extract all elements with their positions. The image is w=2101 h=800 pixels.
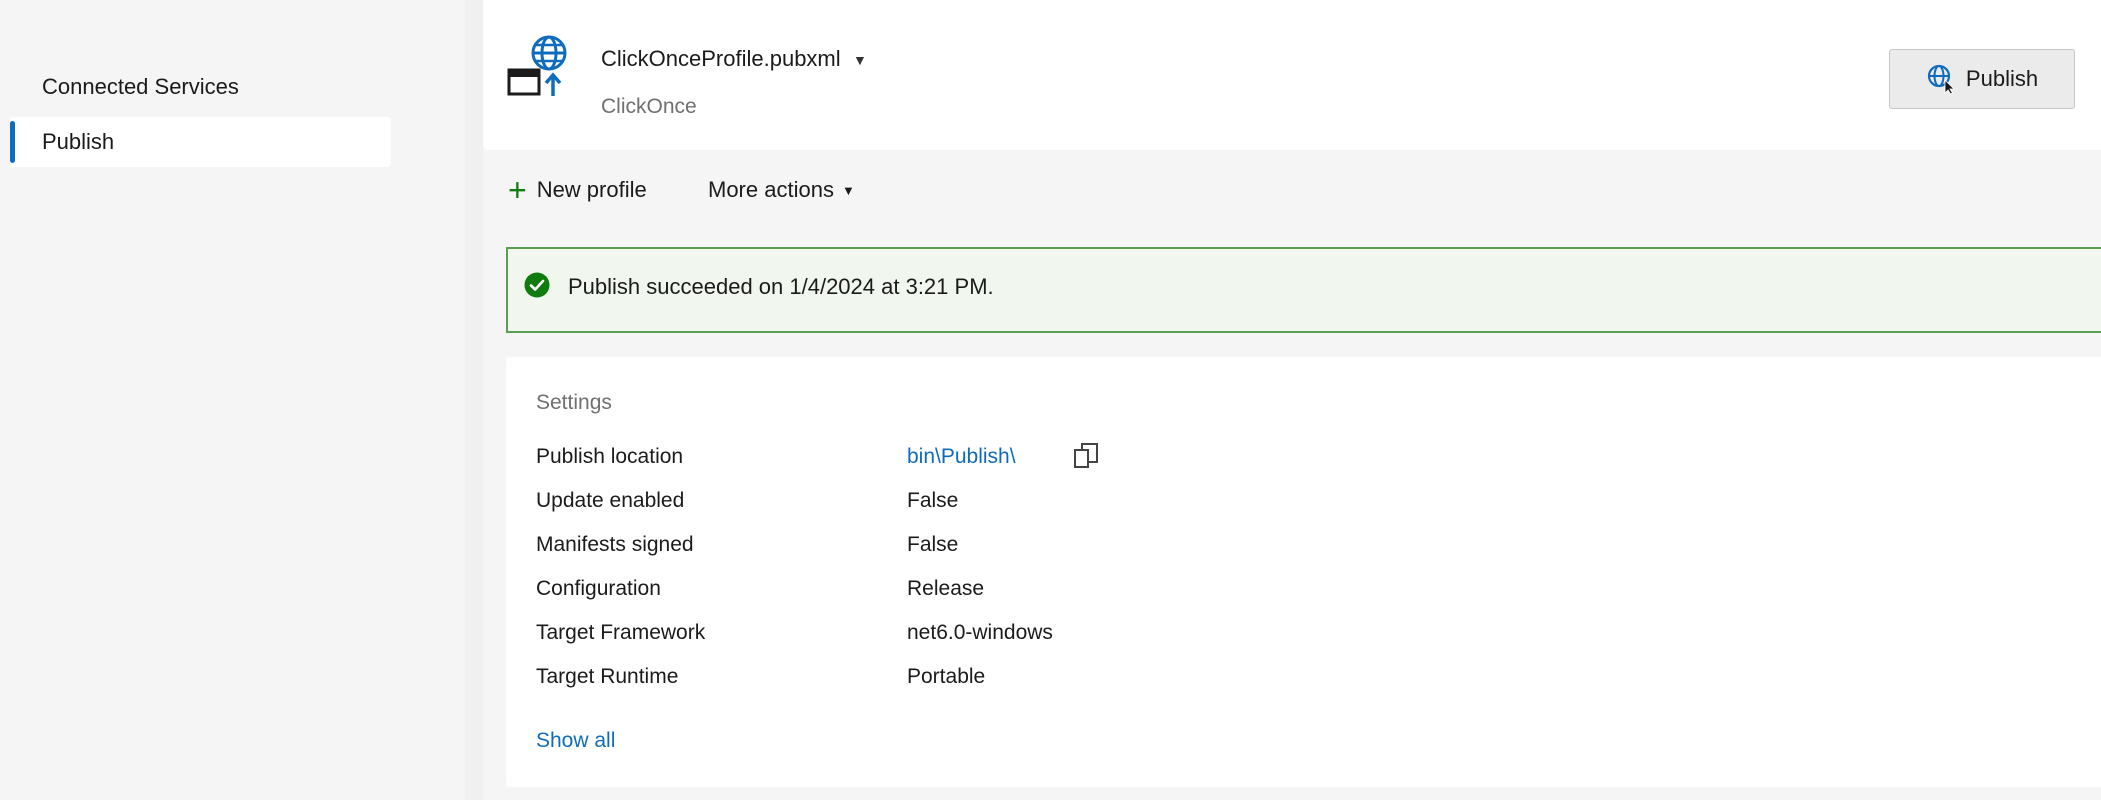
chevron-down-icon[interactable]: ▼ bbox=[853, 52, 867, 68]
publish-button[interactable]: Publish bbox=[1889, 49, 2075, 109]
settings-row-update-enabled: Update enabled False bbox=[536, 489, 1436, 523]
profile-name[interactable]: ClickOnceProfile.pubxml bbox=[601, 46, 841, 72]
publish-location-link[interactable]: bin\Publish\ bbox=[907, 445, 1016, 469]
publish-profile-icon bbox=[507, 35, 567, 96]
settings-row-target-runtime: Target Runtime Portable bbox=[536, 665, 1436, 699]
settings-row-publish-location: Publish location bin\Publish\ bbox=[536, 443, 1436, 479]
setting-label: Target Runtime bbox=[536, 665, 679, 688]
success-banner: Publish succeeded on 1/4/2024 at 3:21 PM… bbox=[506, 247, 2101, 333]
sidebar-item-label: Publish bbox=[42, 129, 115, 154]
profile-type: ClickOnce bbox=[601, 95, 697, 118]
plus-icon: + bbox=[508, 172, 527, 208]
chevron-down-icon: ▼ bbox=[841, 182, 855, 198]
setting-label: Update enabled bbox=[536, 489, 685, 512]
settings-row-target-framework: Target Framework net6.0-windows bbox=[536, 621, 1436, 655]
new-profile-button[interactable]: + New profile bbox=[508, 170, 647, 210]
settings-row-configuration: Configuration Release bbox=[536, 577, 1436, 611]
more-actions-button[interactable]: More actions ▼ bbox=[708, 170, 855, 210]
sidebar-item-connected-services[interactable]: Connected Services bbox=[10, 62, 391, 112]
setting-label: Target Framework bbox=[536, 621, 706, 644]
success-message: Publish succeeded on 1/4/2024 at 3:21 PM… bbox=[568, 274, 994, 299]
setting-label: Manifests signed bbox=[536, 533, 694, 556]
setting-value: net6.0-windows bbox=[907, 621, 1053, 644]
new-profile-label: New profile bbox=[536, 177, 647, 202]
publish-header: ClickOnceProfile.pubxml ▼ ClickOnce Publ… bbox=[483, 0, 2101, 150]
setting-value: False bbox=[907, 533, 959, 556]
copy-icon[interactable] bbox=[1071, 441, 1101, 471]
publish-button-label: Publish bbox=[1965, 66, 2039, 91]
settings-title: Settings bbox=[536, 391, 612, 414]
show-all-link[interactable]: Show all bbox=[536, 729, 615, 753]
sidebar: Connected Services Publish bbox=[0, 10, 465, 800]
setting-value: Release bbox=[907, 577, 985, 600]
sidebar-item-label: Connected Services bbox=[42, 74, 239, 99]
success-check-icon bbox=[524, 272, 550, 298]
setting-value: False bbox=[907, 489, 959, 512]
settings-card: Settings Publish location bin\Publish\ U… bbox=[506, 357, 2101, 787]
more-actions-label: More actions bbox=[708, 177, 834, 202]
setting-label: Configuration bbox=[536, 577, 661, 600]
sidebar-item-publish[interactable]: Publish bbox=[10, 117, 391, 167]
settings-row-manifests-signed: Manifests signed False bbox=[536, 533, 1436, 567]
setting-label: Publish location bbox=[536, 445, 684, 468]
pane-divider bbox=[465, 0, 483, 800]
publish-globe-icon bbox=[1927, 64, 1955, 94]
setting-value: Portable bbox=[907, 665, 986, 688]
